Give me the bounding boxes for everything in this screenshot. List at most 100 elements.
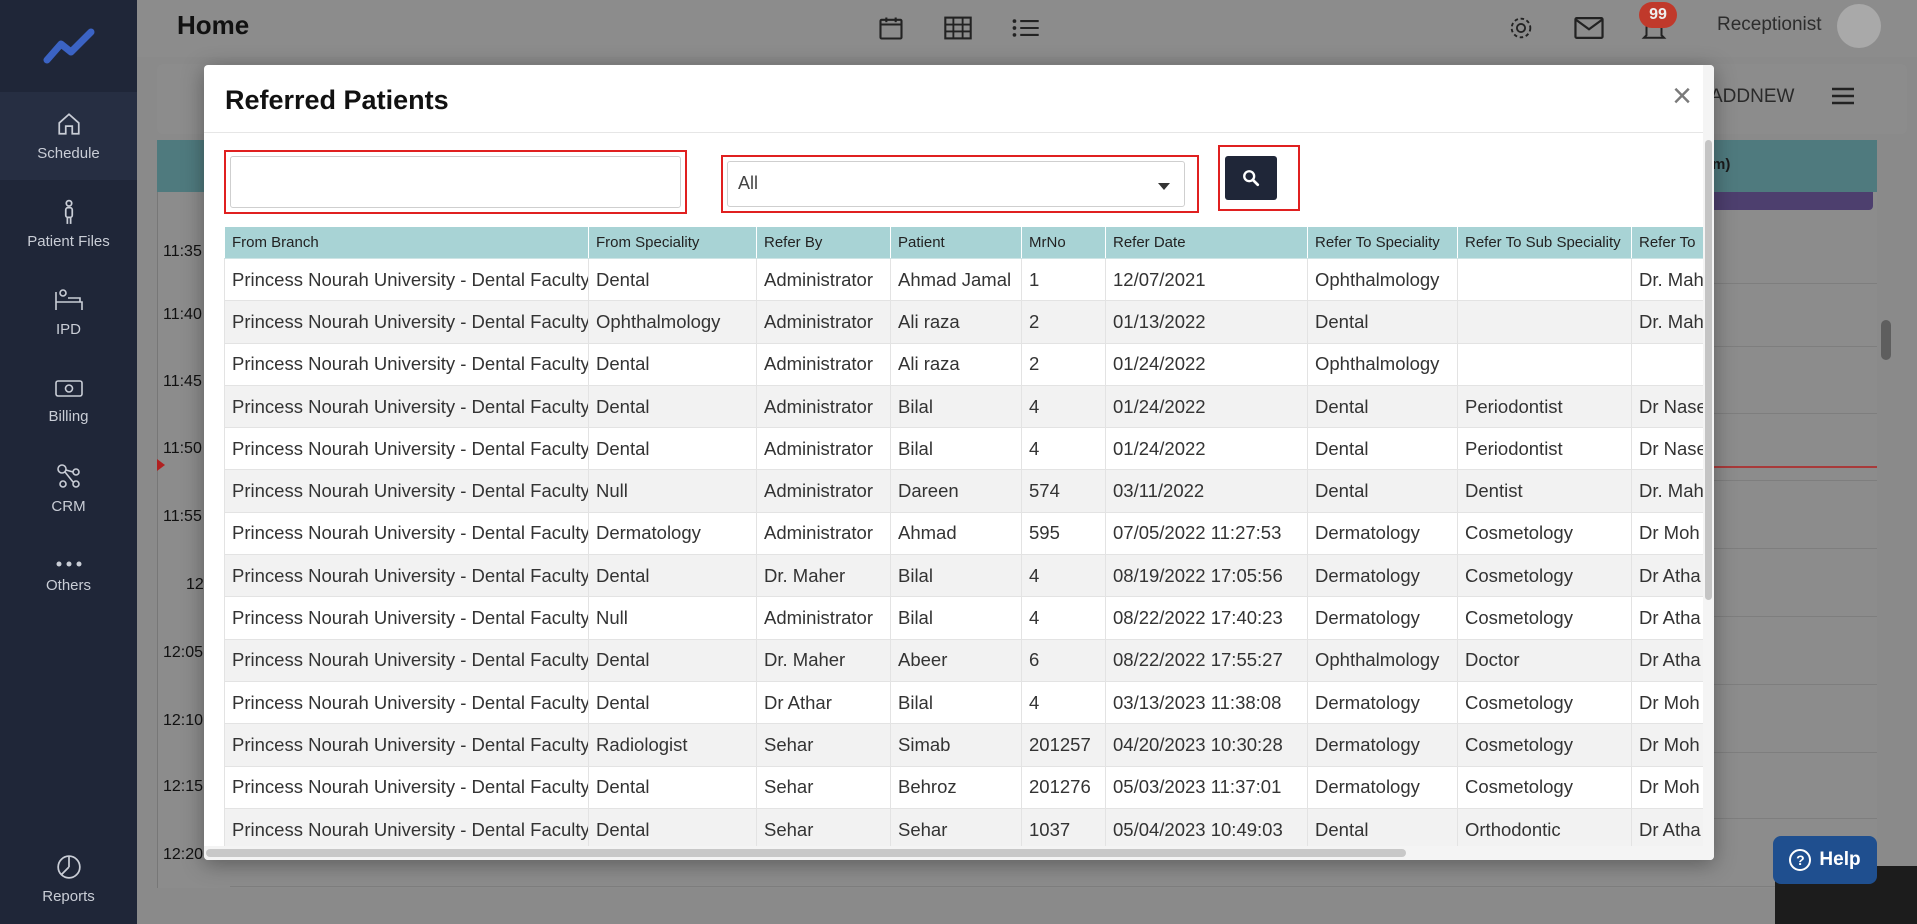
mail-icon[interactable]	[1573, 14, 1605, 47]
hamburger-menu-icon[interactable]	[1830, 86, 1856, 111]
help-button[interactable]: ? Help	[1773, 836, 1877, 884]
table-cell: Princess Nourah University - Dental Facu…	[224, 554, 589, 598]
table-cell: Dental	[588, 427, 757, 471]
sidebar-item-schedule[interactable]: Schedule	[0, 92, 137, 180]
table-cell: Ophthalmology	[1307, 638, 1458, 682]
table-row[interactable]: Princess Nourah University - Dental Facu…	[224, 257, 1710, 302]
table-cell: Ophthalmology	[588, 300, 757, 344]
scrollbar-thumb[interactable]	[1705, 140, 1712, 600]
search-button[interactable]	[1225, 156, 1277, 200]
table-row[interactable]: Princess Nourah University - Dental Facu…	[224, 384, 1710, 429]
table-cell: Dr Atha	[1631, 638, 1710, 682]
column-header[interactable]: Refer To Sub Speciality	[1457, 226, 1632, 259]
table-row[interactable]: Princess Nourah University - Dental Facu…	[224, 638, 1710, 682]
table-cell: Dental	[1307, 807, 1458, 846]
time-label: 12:05	[163, 644, 204, 661]
table-row[interactable]: Princess Nourah University - Dental Facu…	[224, 765, 1710, 809]
notification-count-badge: 99	[1639, 2, 1677, 28]
column-header[interactable]: Refer By	[756, 226, 891, 259]
table-cell: Dental	[588, 765, 757, 809]
table-cell: Dr. Maher	[756, 638, 891, 682]
filter-select[interactable]: All	[727, 161, 1185, 207]
scrollbar-thumb[interactable]	[206, 849, 1406, 857]
table-cell: Administrator	[756, 342, 891, 386]
table-row[interactable]: Princess Nourah University - Dental Facu…	[224, 469, 1710, 513]
sidebar-item-reports[interactable]: Reports	[0, 834, 137, 924]
sidebar-item-crm[interactable]: CRM	[0, 444, 137, 532]
settings-gear-icon[interactable]	[1507, 14, 1535, 47]
addnew-button[interactable]: ADDNEW	[1710, 86, 1794, 108]
column-header[interactable]: From Speciality	[588, 226, 757, 259]
sidebar-item-billing[interactable]: Billing	[0, 356, 137, 444]
table-cell: Princess Nourah University - Dental Facu…	[224, 765, 589, 809]
sidebar-item-label: IPD	[55, 320, 81, 338]
table-cell: Dental	[588, 680, 757, 725]
search-input[interactable]	[230, 156, 681, 208]
list-icon[interactable]	[1011, 14, 1041, 47]
table-cell: Administrator	[756, 257, 891, 302]
money-icon	[54, 379, 83, 397]
page-scrollbar[interactable]	[1881, 320, 1891, 360]
sidebar-item-ipd[interactable]: IPD	[0, 268, 137, 356]
table-cell: Behroz	[890, 765, 1022, 809]
sidebar-item-patient-files[interactable]: Patient Files	[0, 180, 137, 268]
grid-row-line	[230, 886, 1877, 887]
table-cell: Administrator	[756, 427, 891, 471]
column-header[interactable]: Patient	[890, 226, 1022, 259]
calendar-icon[interactable]	[877, 14, 905, 47]
table-row[interactable]: Princess Nourah University - Dental Facu…	[224, 723, 1710, 767]
table-row[interactable]: Princess Nourah University - Dental Facu…	[224, 680, 1710, 725]
column-header[interactable]: Refer To Speciality	[1307, 226, 1458, 259]
avatar[interactable]	[1837, 4, 1881, 48]
column-header[interactable]: From Branch	[224, 226, 589, 259]
column-header[interactable]: MrNo	[1021, 226, 1106, 259]
table-cell: Administrator	[756, 469, 891, 513]
top-bar: Home 99 Receptionist	[137, 0, 1917, 57]
table-cell: 04/20/2023 10:30:28	[1105, 723, 1308, 767]
table-row[interactable]: Princess Nourah University - Dental Facu…	[224, 511, 1710, 556]
table-cell: Dr Moh	[1631, 680, 1710, 725]
table-cell: Ahmad	[890, 511, 1022, 556]
table-cell: Dr. Mah	[1631, 469, 1710, 513]
table-cell: Cosmetology	[1457, 723, 1632, 767]
table-cell: Dr Atha	[1631, 596, 1710, 640]
table-cell: 201257	[1021, 723, 1106, 767]
table-cell: Bilal	[890, 427, 1022, 471]
table-cell: Ophthalmology	[1307, 257, 1458, 302]
table-cell: Doctor	[1457, 638, 1632, 682]
table-cell: Dr. Mah	[1631, 257, 1710, 302]
table-grid-icon[interactable]	[943, 14, 973, 47]
table-cell: Bilal	[890, 680, 1022, 725]
table-cell: Princess Nourah University - Dental Facu…	[224, 680, 589, 725]
table-row[interactable]: Princess Nourah University - Dental Facu…	[224, 342, 1710, 386]
user-role[interactable]: Receptionist	[1717, 14, 1822, 36]
table-cell: Bilal	[890, 596, 1022, 640]
table-row[interactable]: Princess Nourah University - Dental Facu…	[224, 300, 1710, 344]
table-cell: Bilal	[890, 554, 1022, 598]
table-row[interactable]: Princess Nourah University - Dental Facu…	[224, 807, 1710, 846]
table-horizontal-scrollbar[interactable]	[204, 846, 1703, 860]
table-cell: Ali raza	[890, 342, 1022, 386]
table-cell: 4	[1021, 596, 1106, 640]
time-label: 12:20	[163, 846, 204, 863]
close-icon[interactable]: ×	[1672, 79, 1692, 113]
table-cell: Null	[588, 469, 757, 513]
table-cell: Ahmad Jamal	[890, 257, 1022, 302]
table-cell: Princess Nourah University - Dental Facu…	[224, 427, 589, 471]
filter-select-highlight: All	[721, 155, 1199, 213]
sidebar-item-others[interactable]: Others	[0, 532, 137, 620]
current-time-line	[1710, 466, 1877, 468]
modal-vertical-scrollbar[interactable]	[1703, 65, 1714, 860]
table-row[interactable]: Princess Nourah University - Dental Facu…	[224, 427, 1710, 471]
table-cell: 08/22/2022 17:40:23	[1105, 596, 1308, 640]
column-header[interactable]: Refer Date	[1105, 226, 1308, 259]
column-header[interactable]: Refer To	[1631, 226, 1710, 259]
table-cell: Dental	[588, 257, 757, 302]
bed-icon	[54, 288, 83, 310]
table-cell: Null	[588, 596, 757, 640]
table-row[interactable]: Princess Nourah University - Dental Facu…	[224, 554, 1710, 598]
table-row[interactable]: Princess Nourah University - Dental Facu…	[224, 596, 1710, 640]
table-cell: Administrator	[756, 596, 891, 640]
time-label: 12	[186, 576, 204, 593]
app-logo[interactable]	[0, 0, 137, 92]
